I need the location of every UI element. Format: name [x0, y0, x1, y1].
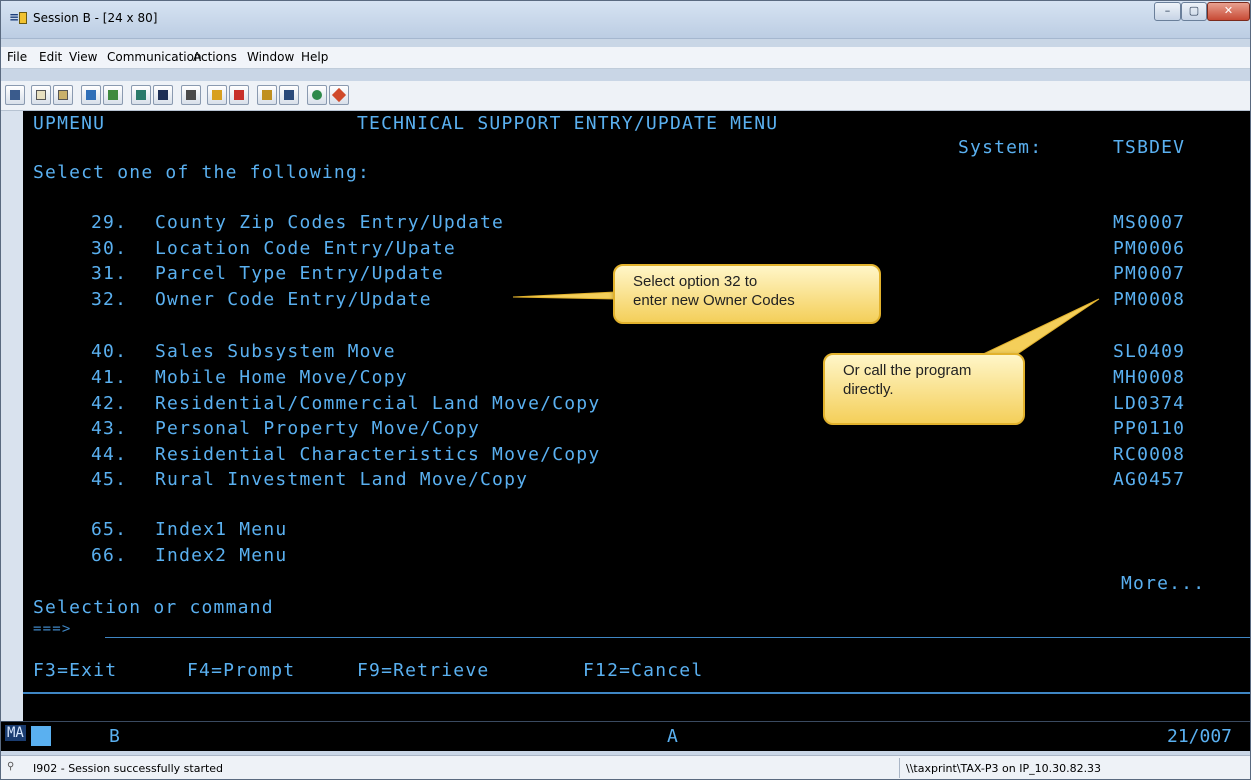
callout-call-program: Or call the program directly. [823, 353, 1025, 425]
command-input-underline[interactable] [105, 637, 1250, 638]
pencil-icon[interactable] [329, 85, 349, 105]
system-value: TSBDEV [1113, 137, 1186, 158]
option-number[interactable]: 41. [91, 367, 127, 388]
option-label[interactable]: Personal Property Move/Copy [155, 418, 480, 439]
command-prompt: ===> [33, 621, 72, 637]
program-name: PM0008 [1113, 289, 1186, 310]
selection-label: Selection or command [33, 597, 274, 618]
menu-id: UPMENU [33, 113, 106, 134]
fkey-cancel[interactable]: F12=Cancel [583, 660, 703, 681]
option-number[interactable]: 43. [91, 418, 127, 439]
option-number[interactable]: 32. [91, 289, 127, 310]
copy-icon[interactable] [31, 85, 51, 105]
menu-bar: File Edit View Communication Actions Win… [1, 47, 1250, 69]
minimize-button[interactable]: – [1154, 2, 1181, 21]
more-indicator: More... [1121, 573, 1206, 594]
option-label[interactable]: Index1 Menu [155, 519, 287, 540]
option-number[interactable]: 40. [91, 341, 127, 362]
option-label[interactable]: Mobile Home Move/Copy [155, 367, 408, 388]
record-icon[interactable] [207, 85, 227, 105]
option-label[interactable]: Rural Investment Land Move/Copy [155, 469, 528, 490]
cursor-block [31, 726, 51, 746]
program-name: AG0457 [1113, 469, 1186, 490]
display-icon[interactable] [5, 85, 25, 105]
fkey-prompt[interactable]: F4=Prompt [187, 660, 295, 681]
globe-icon[interactable] [307, 85, 327, 105]
callout-1-line-2: enter new Owner Codes [633, 292, 795, 309]
program-name: LD0374 [1113, 393, 1186, 414]
oia-mode: A [667, 726, 678, 747]
program-name: RC0008 [1113, 444, 1186, 465]
option-label[interactable]: Residential Characteristics Move/Copy [155, 444, 600, 465]
printer-info: \\taxprint\TAX-P3 on IP_10.30.82.33 [906, 762, 1102, 775]
instruction-text: Select one of the following: [33, 162, 371, 183]
program-name: PM0006 [1113, 238, 1186, 259]
option-number[interactable]: 31. [91, 263, 127, 284]
option-number[interactable]: 45. [91, 469, 127, 490]
option-label[interactable]: Sales Subsystem Move [155, 341, 396, 362]
oia-indicator: MA [5, 725, 26, 741]
callout-2-line-1: Or call the program [843, 362, 972, 379]
callout-select-option: Select option 32 to enter new Owner Code… [613, 264, 881, 324]
screen-divider [23, 692, 1250, 694]
program-name: PP0110 [1113, 418, 1186, 439]
left-margin [1, 111, 23, 721]
toolbar [1, 81, 1250, 111]
window-title: Session B - [24 x 80] [33, 11, 158, 25]
keyboard-icon[interactable] [181, 85, 201, 105]
menu-actions[interactable]: Actions [193, 50, 237, 64]
menu-view[interactable]: View [69, 50, 97, 64]
callout-2-line-2: directly. [843, 381, 894, 398]
program-name: PM0007 [1113, 263, 1186, 284]
fkey-exit[interactable]: F3=Exit [33, 660, 117, 681]
option-label[interactable]: Location Code Entry/Upate [155, 238, 456, 259]
program-name: MH0008 [1113, 367, 1186, 388]
callout-1-line-1: Select option 32 to [633, 273, 758, 290]
status-message: I902 - Session successfully started [33, 762, 224, 775]
option-label[interactable]: Residential/Commercial Land Move/Copy [155, 393, 600, 414]
screen-icon[interactable] [131, 85, 151, 105]
play-icon[interactable] [257, 85, 277, 105]
close-button[interactable]: ✕ [1207, 2, 1250, 21]
send-icon[interactable] [81, 85, 101, 105]
emulator-window: ≡ Session B - [24 x 80] – ▢ ✕ File Edit … [0, 0, 1251, 780]
pause-icon[interactable] [279, 85, 299, 105]
terminal-screen[interactable]: UPMENU TECHNICAL SUPPORT ENTRY/UPDATE ME… [23, 111, 1250, 721]
title-bar[interactable]: ≡ Session B - [24 x 80] – ▢ ✕ [1, 1, 1250, 39]
maximize-button[interactable]: ▢ [1181, 2, 1207, 21]
status-divider [899, 758, 900, 778]
option-number[interactable]: 66. [91, 545, 127, 566]
option-label[interactable]: Owner Code Entry/Update [155, 289, 432, 310]
option-number[interactable]: 42. [91, 393, 127, 414]
menu-window[interactable]: Window [247, 50, 294, 64]
program-name: SL0409 [1113, 341, 1186, 362]
fkey-retrieve[interactable]: F9=Retrieve [357, 660, 489, 681]
option-number[interactable]: 44. [91, 444, 127, 465]
receive-icon[interactable] [103, 85, 123, 105]
oia-session: B [109, 726, 120, 747]
menu-edit[interactable]: Edit [39, 50, 62, 64]
option-number[interactable]: 29. [91, 212, 127, 233]
menu-communication[interactable]: Communication [107, 50, 202, 64]
option-label[interactable]: Index2 Menu [155, 545, 287, 566]
program-name: MS0007 [1113, 212, 1186, 233]
menu-file[interactable]: File [7, 50, 27, 64]
operator-info-area: MA B A 21/007 [1, 721, 1250, 751]
macro-icon[interactable] [153, 85, 173, 105]
menu-help[interactable]: Help [301, 50, 328, 64]
option-label[interactable]: County Zip Codes Entry/Update [155, 212, 504, 233]
option-label[interactable]: Parcel Type Entry/Update [155, 263, 444, 284]
option-number[interactable]: 30. [91, 238, 127, 259]
stop-icon[interactable] [229, 85, 249, 105]
system-label: System: [958, 137, 1043, 158]
connection-icon: ⚲ [7, 761, 15, 772]
cursor-position: 21/007 [1167, 726, 1233, 747]
app-icon[interactable]: ≡ [9, 10, 29, 28]
paste-icon[interactable] [53, 85, 73, 105]
status-bar: ⚲ I902 - Session successfully started \\… [1, 755, 1250, 779]
option-number[interactable]: 65. [91, 519, 127, 540]
screen-title: TECHNICAL SUPPORT ENTRY/UPDATE MENU [357, 113, 779, 134]
